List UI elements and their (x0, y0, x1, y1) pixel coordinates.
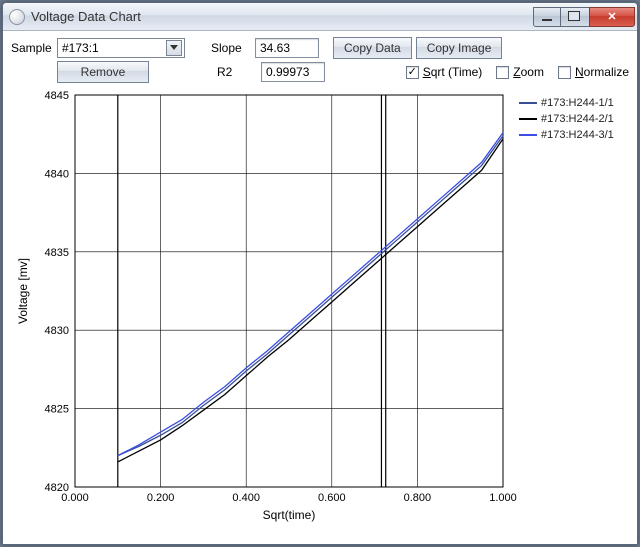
svg-text:4840: 4840 (45, 168, 69, 180)
sqrt-time-label: Sqrt (Time) (423, 65, 483, 79)
svg-text:4845: 4845 (45, 90, 69, 102)
svg-text:Sqrt(time): Sqrt(time) (263, 508, 316, 522)
window-title: Voltage Data Chart (31, 9, 141, 24)
svg-text:0.800: 0.800 (404, 492, 432, 504)
r2-label: R2 (217, 65, 257, 79)
copy-image-button[interactable]: Copy Image (416, 37, 503, 59)
legend-swatch (519, 118, 537, 120)
maximize-button[interactable] (560, 7, 590, 27)
legend-label: #173:H244-2/1 (541, 113, 614, 125)
slope-label: Slope (211, 41, 251, 55)
toolbar-row-1: Sample #173:1 Slope Copy Data Copy Image (3, 31, 637, 61)
legend-label: #173:H244-1/1 (541, 97, 614, 109)
sample-dropdown[interactable]: #173:1 (57, 38, 185, 58)
r2-field[interactable] (261, 62, 325, 82)
close-button[interactable]: ✕ (589, 7, 635, 27)
app-window: Voltage Data Chart ✕ Sample #173:1 Slope… (2, 2, 638, 545)
legend-item: #173:H244-2/1 (519, 111, 614, 127)
chevron-down-icon (166, 40, 182, 56)
zoom-label: Zoom (513, 65, 544, 79)
legend-label: #173:H244-3/1 (541, 129, 614, 141)
normalize-checkbox[interactable]: Normalize (558, 65, 629, 79)
legend-item: #173:H244-3/1 (519, 127, 614, 143)
remove-button[interactable]: Remove (57, 61, 149, 83)
svg-text:4835: 4835 (45, 247, 69, 259)
legend: #173:H244-1/1 #173:H244-2/1 #173:H244-3/1 (519, 95, 614, 143)
svg-text:0.400: 0.400 (232, 492, 260, 504)
svg-text:1.000: 1.000 (489, 492, 517, 504)
legend-swatch (519, 134, 537, 136)
svg-text:4825: 4825 (45, 404, 69, 416)
title-bar: Voltage Data Chart ✕ (3, 3, 637, 31)
svg-text:0.200: 0.200 (147, 492, 175, 504)
normalize-label: Normalize (575, 65, 629, 79)
zoom-checkbox[interactable]: Zoom (496, 65, 544, 79)
legend-item: #173:H244-1/1 (519, 95, 614, 111)
minimize-button[interactable] (533, 7, 561, 27)
sample-label: Sample (11, 41, 53, 55)
toolbar-row-2: Remove R2 ✓ Sqrt (Time) Zoom Normalize (3, 61, 637, 87)
legend-swatch (519, 102, 537, 104)
window-controls: ✕ (534, 7, 637, 27)
svg-text:4820: 4820 (45, 482, 69, 494)
svg-text:Voltage [mv]: Voltage [mv] (16, 258, 30, 324)
sample-dropdown-value: #173:1 (62, 41, 99, 55)
chart-panel: 0.0000.2000.4000.6000.8001.0004820482548… (3, 87, 637, 544)
sqrt-time-checkbox[interactable]: ✓ Sqrt (Time) (406, 65, 483, 79)
slope-field[interactable] (255, 38, 319, 58)
copy-data-button[interactable]: Copy Data (333, 37, 412, 59)
svg-text:4830: 4830 (45, 325, 69, 337)
voltage-chart: 0.0000.2000.4000.6000.8001.0004820482548… (3, 87, 639, 543)
svg-text:0.600: 0.600 (318, 492, 346, 504)
app-icon (9, 9, 25, 25)
